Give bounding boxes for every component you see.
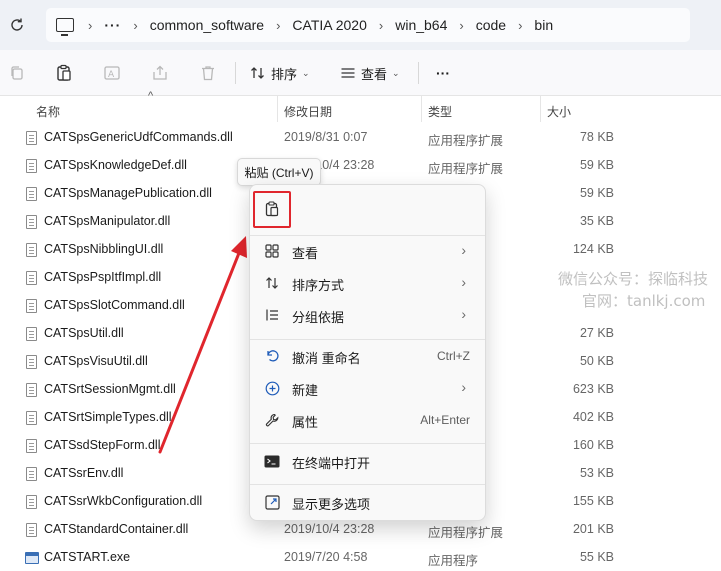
menu-item-label: 撤消 重命名 [292, 351, 361, 366]
new-plus-icon [264, 380, 280, 396]
menu-item-shortcut: Alt+Enter [420, 413, 470, 427]
chevron-right-icon: › [461, 306, 466, 322]
menu-item-show-more-options[interactable]: 显示更多选项 [256, 487, 480, 517]
grid-icon [264, 243, 280, 259]
menu-divider [250, 484, 485, 485]
watermark-line: 官网：tanlkj.com [582, 292, 706, 310]
menu-item-undo-rename[interactable]: 撤消 重命名 Ctrl+Z [256, 341, 480, 371]
paste-icon [265, 201, 279, 217]
chevron-right-icon: › [461, 379, 466, 395]
menu-item-label: 在终端中打开 [292, 456, 371, 471]
menu-divider [250, 443, 485, 444]
chevron-right-icon: › [461, 274, 466, 290]
menu-item-label: 显示更多选项 [292, 497, 371, 512]
chevron-right-icon: › [461, 242, 466, 258]
menu-divider [250, 339, 485, 340]
menu-item-shortcut: Ctrl+Z [437, 349, 470, 363]
paste-menu-button[interactable] [264, 201, 280, 217]
menu-item-properties[interactable]: 属性 Alt+Enter [256, 405, 480, 435]
menu-item-new[interactable]: 新建 › [256, 373, 480, 403]
menu-item-sort-by[interactable]: 排序方式 › [256, 268, 480, 298]
terminal-icon [264, 453, 280, 469]
watermark: 微信公众号：探临科技 官网：tanlkj.com [558, 268, 708, 312]
menu-item-open-in-terminal[interactable]: 在终端中打开 [256, 446, 480, 476]
sort-icon [264, 275, 280, 291]
group-list-icon [264, 307, 280, 323]
paste-tooltip: 粘贴 (Ctrl+V) [237, 158, 321, 186]
context-menu: 查看 › 排序方式 › 分组依据 › 撤消 重命名 Ctrl+Z 新建 › 属性… [249, 184, 486, 521]
menu-item-view[interactable]: 查看 › [256, 236, 480, 266]
menu-item-label: 排序方式 [292, 278, 345, 293]
wrench-icon [264, 412, 280, 428]
undo-icon [264, 348, 280, 364]
menu-item-label: 查看 [292, 246, 319, 261]
menu-item-label: 分组依据 [292, 310, 345, 325]
menu-item-label: 新建 [292, 383, 319, 398]
more-options-icon [264, 494, 280, 510]
menu-item-label: 属性 [292, 415, 319, 430]
watermark-line: 微信公众号：探临科技 [558, 270, 709, 288]
menu-item-group-by[interactable]: 分组依据 › [256, 300, 480, 330]
